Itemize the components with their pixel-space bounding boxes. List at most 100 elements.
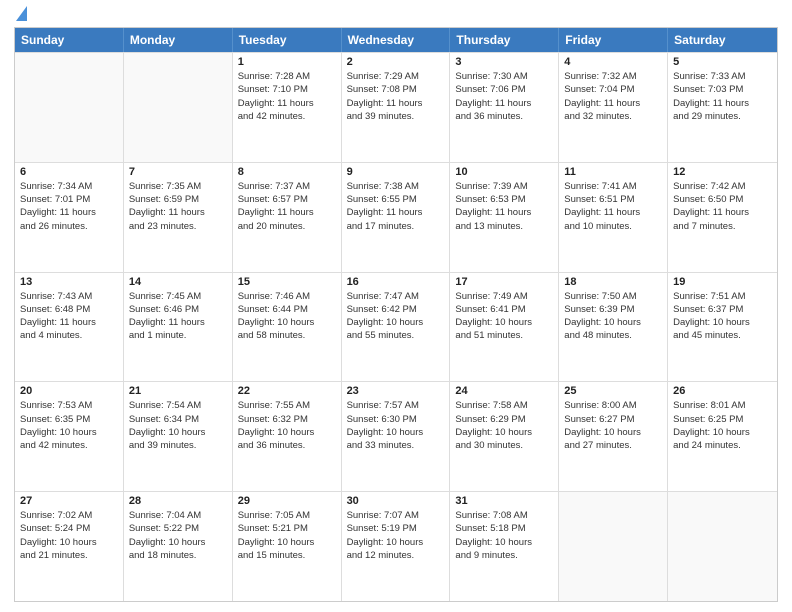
logo <box>14 10 27 21</box>
cell-line: and 13 minutes. <box>455 220 553 233</box>
cell-line: Sunset: 6:57 PM <box>238 193 336 206</box>
day-number: 14 <box>129 276 227 288</box>
day-number: 16 <box>347 276 445 288</box>
calendar-cell-5: 5Sunrise: 7:33 AMSunset: 7:03 PMDaylight… <box>668 53 777 162</box>
day-number: 25 <box>564 385 662 397</box>
day-number: 1 <box>238 56 336 68</box>
day-number: 18 <box>564 276 662 288</box>
cell-line: and 27 minutes. <box>564 439 662 452</box>
calendar-week-2: 6Sunrise: 7:34 AMSunset: 7:01 PMDaylight… <box>15 162 777 272</box>
cell-line: Daylight: 11 hours <box>455 97 553 110</box>
day-number: 2 <box>347 56 445 68</box>
calendar-cell-25: 25Sunrise: 8:00 AMSunset: 6:27 PMDayligh… <box>559 382 668 491</box>
cell-line: and 32 minutes. <box>564 110 662 123</box>
cell-line: and 30 minutes. <box>455 439 553 452</box>
calendar-cell-4: 4Sunrise: 7:32 AMSunset: 7:04 PMDaylight… <box>559 53 668 162</box>
cell-line: Sunset: 7:08 PM <box>347 83 445 96</box>
cell-line: and 26 minutes. <box>20 220 118 233</box>
cell-line: Sunset: 6:42 PM <box>347 303 445 316</box>
cell-line: Sunrise: 7:55 AM <box>238 399 336 412</box>
cell-line: and 55 minutes. <box>347 329 445 342</box>
calendar-cell-30: 30Sunrise: 7:07 AMSunset: 5:19 PMDayligh… <box>342 492 451 601</box>
cell-line: Sunrise: 7:02 AM <box>20 509 118 522</box>
calendar-week-1: 1Sunrise: 7:28 AMSunset: 7:10 PMDaylight… <box>15 52 777 162</box>
day-number: 29 <box>238 495 336 507</box>
cell-line: Sunrise: 7:49 AM <box>455 290 553 303</box>
calendar-cell-28: 28Sunrise: 7:04 AMSunset: 5:22 PMDayligh… <box>124 492 233 601</box>
cell-line: and 45 minutes. <box>673 329 772 342</box>
calendar-header-row: SundayMondayTuesdayWednesdayThursdayFrid… <box>15 28 777 52</box>
cell-line: Sunrise: 7:58 AM <box>455 399 553 412</box>
day-number: 22 <box>238 385 336 397</box>
cell-line: Daylight: 10 hours <box>20 426 118 439</box>
calendar-week-3: 13Sunrise: 7:43 AMSunset: 6:48 PMDayligh… <box>15 272 777 382</box>
calendar-cell-9: 9Sunrise: 7:38 AMSunset: 6:55 PMDaylight… <box>342 163 451 272</box>
cell-line: Sunset: 6:59 PM <box>129 193 227 206</box>
cell-line: Daylight: 11 hours <box>238 97 336 110</box>
cell-line: and 23 minutes. <box>129 220 227 233</box>
page: SundayMondayTuesdayWednesdayThursdayFrid… <box>0 0 792 612</box>
calendar-cell-15: 15Sunrise: 7:46 AMSunset: 6:44 PMDayligh… <box>233 273 342 382</box>
day-number: 26 <box>673 385 772 397</box>
day-header-wednesday: Wednesday <box>342 28 451 52</box>
cell-line: and 42 minutes. <box>20 439 118 452</box>
calendar-cell-26: 26Sunrise: 8:01 AMSunset: 6:25 PMDayligh… <box>668 382 777 491</box>
cell-line: and 29 minutes. <box>673 110 772 123</box>
cell-line: Daylight: 11 hours <box>347 206 445 219</box>
cell-line: and 12 minutes. <box>347 549 445 562</box>
day-header-sunday: Sunday <box>15 28 124 52</box>
cell-line: Sunrise: 7:54 AM <box>129 399 227 412</box>
day-number: 10 <box>455 166 553 178</box>
cell-line: Sunset: 5:24 PM <box>20 522 118 535</box>
cell-line: Sunrise: 7:07 AM <box>347 509 445 522</box>
calendar-cell-6: 6Sunrise: 7:34 AMSunset: 7:01 PMDaylight… <box>15 163 124 272</box>
cell-line: and 42 minutes. <box>238 110 336 123</box>
cell-line: and 4 minutes. <box>20 329 118 342</box>
calendar-cell-22: 22Sunrise: 7:55 AMSunset: 6:32 PMDayligh… <box>233 382 342 491</box>
cell-line: and 17 minutes. <box>347 220 445 233</box>
cell-line: Sunrise: 7:35 AM <box>129 180 227 193</box>
day-number: 7 <box>129 166 227 178</box>
cell-line: Daylight: 11 hours <box>238 206 336 219</box>
calendar-cell-13: 13Sunrise: 7:43 AMSunset: 6:48 PMDayligh… <box>15 273 124 382</box>
cell-line: Daylight: 10 hours <box>673 426 772 439</box>
cell-line: Sunset: 6:37 PM <box>673 303 772 316</box>
cell-line: Sunrise: 7:08 AM <box>455 509 553 522</box>
cell-line: Sunset: 7:10 PM <box>238 83 336 96</box>
cell-line: Daylight: 10 hours <box>129 536 227 549</box>
calendar-cell-17: 17Sunrise: 7:49 AMSunset: 6:41 PMDayligh… <box>450 273 559 382</box>
cell-line: Sunset: 6:48 PM <box>20 303 118 316</box>
calendar-cell-20: 20Sunrise: 7:53 AMSunset: 6:35 PMDayligh… <box>15 382 124 491</box>
cell-line: Daylight: 10 hours <box>455 426 553 439</box>
day-number: 31 <box>455 495 553 507</box>
calendar-cell-29: 29Sunrise: 7:05 AMSunset: 5:21 PMDayligh… <box>233 492 342 601</box>
day-header-saturday: Saturday <box>668 28 777 52</box>
cell-line: Daylight: 10 hours <box>347 536 445 549</box>
cell-line: Sunset: 6:46 PM <box>129 303 227 316</box>
cell-line: Sunset: 5:19 PM <box>347 522 445 535</box>
cell-line: and 48 minutes. <box>564 329 662 342</box>
cell-line: Daylight: 10 hours <box>455 536 553 549</box>
cell-line: Sunrise: 7:04 AM <box>129 509 227 522</box>
cell-line: Sunrise: 7:34 AM <box>20 180 118 193</box>
calendar-cell-7: 7Sunrise: 7:35 AMSunset: 6:59 PMDaylight… <box>124 163 233 272</box>
calendar-cell-11: 11Sunrise: 7:41 AMSunset: 6:51 PMDayligh… <box>559 163 668 272</box>
cell-line: Sunrise: 7:45 AM <box>129 290 227 303</box>
day-number: 5 <box>673 56 772 68</box>
cell-line: and 24 minutes. <box>673 439 772 452</box>
day-number: 8 <box>238 166 336 178</box>
calendar-cell-31: 31Sunrise: 7:08 AMSunset: 5:18 PMDayligh… <box>450 492 559 601</box>
cell-line: Sunset: 6:30 PM <box>347 413 445 426</box>
calendar-cell-24: 24Sunrise: 7:58 AMSunset: 6:29 PMDayligh… <box>450 382 559 491</box>
day-header-monday: Monday <box>124 28 233 52</box>
calendar-cell-14: 14Sunrise: 7:45 AMSunset: 6:46 PMDayligh… <box>124 273 233 382</box>
cell-line: Daylight: 11 hours <box>455 206 553 219</box>
cell-line: Daylight: 11 hours <box>564 97 662 110</box>
cell-line: and 51 minutes. <box>455 329 553 342</box>
day-number: 17 <box>455 276 553 288</box>
day-number: 15 <box>238 276 336 288</box>
calendar-cell-empty <box>559 492 668 601</box>
cell-line: Daylight: 10 hours <box>564 316 662 329</box>
cell-line: Sunset: 6:29 PM <box>455 413 553 426</box>
cell-line: Sunrise: 7:46 AM <box>238 290 336 303</box>
